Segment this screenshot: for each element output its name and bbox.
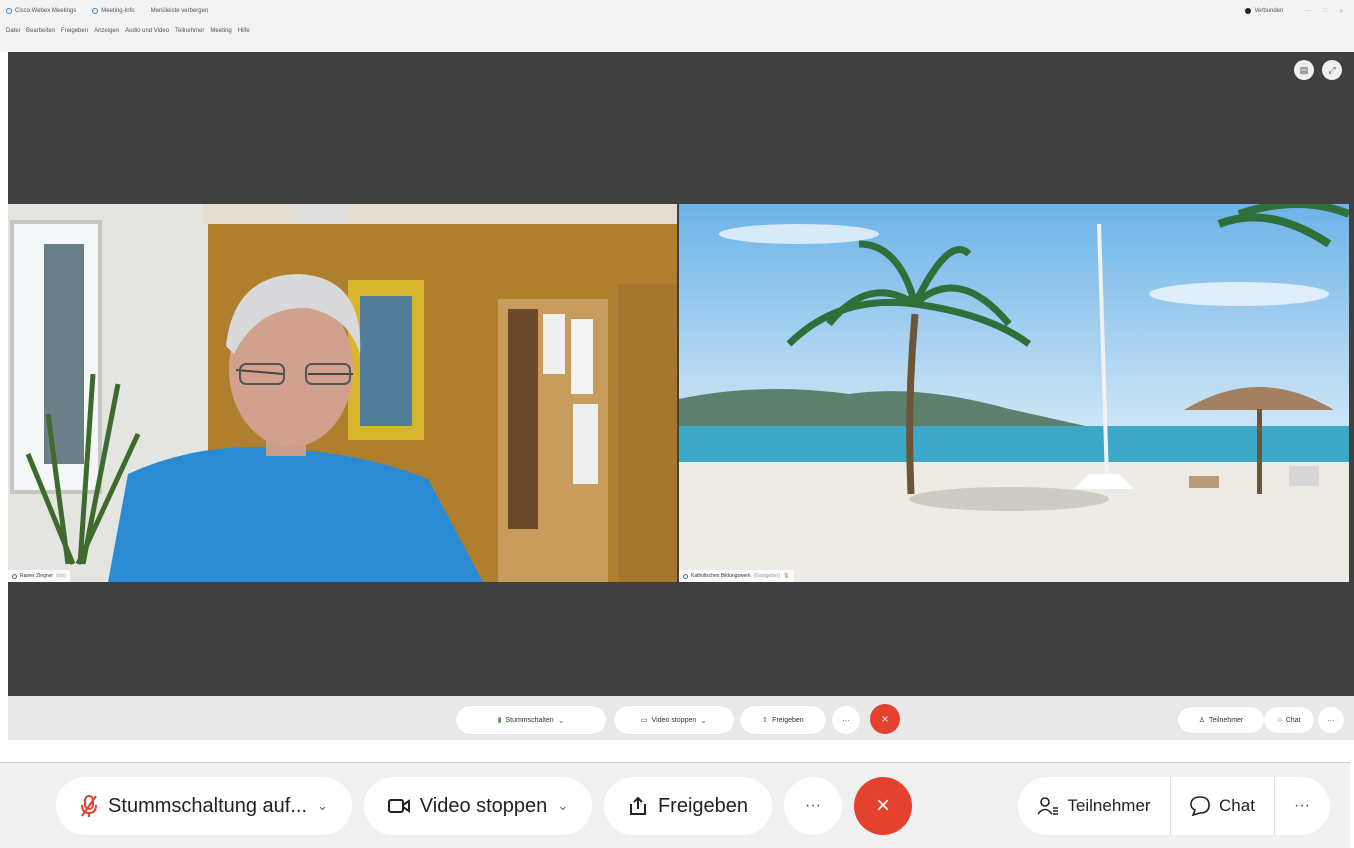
video-tile-self[interactable]: Rainer Ziegner (ich)	[8, 204, 677, 582]
info-icon	[92, 8, 99, 14]
menu-anzeigen[interactable]: Anzeigen	[94, 28, 119, 34]
connected-icon	[1245, 8, 1252, 14]
title-bar: Cisco Webex Meetings Meeting-Info Menüle…	[0, 0, 1354, 22]
video-tile-host[interactable]: Katholisches Bildungswerk (Gastgeber) 🎙	[679, 204, 1349, 582]
right-controls-group: Teilnehmer Chat ···	[1018, 777, 1330, 835]
end-meeting-button-small[interactable]: ×	[870, 704, 900, 734]
share-icon	[629, 796, 646, 815]
chat-icon: ○	[1277, 716, 1282, 724]
participants-button[interactable]: Teilnehmer	[1018, 796, 1170, 816]
microphone-icon: ▮	[497, 717, 502, 724]
webex-logo-icon	[6, 8, 12, 14]
connection-status[interactable]: Verbunden	[1245, 8, 1283, 14]
end-meeting-button[interactable]: ×	[854, 777, 912, 835]
chevron-down-icon: ⌄	[557, 798, 569, 813]
meeting-info-button[interactable]: Meeting-Info	[92, 8, 135, 14]
participants-icon	[1037, 797, 1059, 815]
fullscreen-icon[interactable]: ⤢	[1322, 60, 1342, 80]
share-button-small[interactable]: ⇧ Freigeben	[740, 706, 826, 734]
close-icon: ×	[875, 792, 890, 819]
divider	[1274, 777, 1275, 835]
participant-label-self: Rainer Ziegner (ich)	[8, 570, 70, 582]
menu-teilnehmer[interactable]: Teilnehmer	[175, 28, 204, 34]
menu-bar: Datei Bearbeiten Freigeben Anzeigen Audi…	[0, 22, 1354, 52]
more-right-button-small[interactable]: ···	[1318, 707, 1344, 733]
menu-hilfe[interactable]: Hilfe	[238, 28, 250, 34]
chat-button[interactable]: Chat	[1170, 795, 1274, 817]
share-button[interactable]: Freigeben	[604, 777, 772, 835]
muted-mic-icon: 🎙	[783, 573, 790, 579]
office-video-feed	[8, 204, 677, 582]
divider	[1170, 777, 1171, 835]
menu-freigeben[interactable]: Freigeben	[61, 28, 88, 34]
chevron-down-icon: ⌄	[317, 798, 328, 813]
close-icon: ×	[881, 712, 889, 726]
meeting-controls-large: Stummschaltung auf... ⌄ Video stoppen ⌄ …	[0, 762, 1350, 848]
maximize-icon[interactable]: □	[1323, 8, 1327, 14]
close-window-icon[interactable]: ✕	[1339, 8, 1344, 15]
video-button[interactable]: Video stoppen ⌄	[364, 777, 592, 835]
app-title: Cisco Webex Meetings	[6, 8, 76, 14]
more-right-button[interactable]: ···	[1274, 797, 1330, 815]
menu-audio-video[interactable]: Audio und Video	[125, 28, 169, 34]
menu-datei[interactable]: Datei	[6, 28, 20, 34]
audio-status-icon	[12, 573, 17, 579]
chat-button-small[interactable]: ○ Chat	[1264, 707, 1314, 733]
more-button-small[interactable]: ···	[832, 706, 860, 734]
video-button-small[interactable]: ▭ Video stoppen ⌄	[614, 706, 734, 734]
camera-icon: ▭	[641, 717, 648, 724]
hide-menu-button[interactable]: Menüleiste verbergen	[151, 8, 209, 14]
chevron-down-icon: ⌄	[557, 715, 565, 725]
minimize-icon[interactable]: —	[1305, 8, 1311, 14]
window-controls: Verbunden — □ ✕	[1239, 0, 1344, 22]
chevron-down-icon: ⌄	[700, 715, 707, 725]
muted-microphone-icon	[81, 795, 98, 817]
beach-video-feed	[679, 204, 1349, 582]
participants-button-small[interactable]: ♙ Teilnehmer	[1178, 707, 1264, 733]
camera-icon	[387, 799, 410, 813]
mute-button[interactable]: Stummschaltung auf... ⌄	[56, 777, 352, 835]
participant-label-host: Katholisches Bildungswerk (Gastgeber) 🎙	[679, 570, 794, 582]
layout-icon[interactable]: ▤	[1294, 60, 1314, 80]
participants-icon: ♙	[1198, 717, 1206, 724]
audio-status-icon	[683, 573, 688, 579]
share-icon: ⇧	[762, 717, 769, 724]
chat-icon	[1190, 796, 1210, 817]
menu-bearbeiten[interactable]: Bearbeiten	[26, 28, 55, 34]
mute-button-small[interactable]: ▮ Stummschalten ⌄	[456, 706, 606, 734]
menu-meeting[interactable]: Meeting	[210, 28, 231, 34]
more-button[interactable]: ···	[784, 777, 842, 835]
